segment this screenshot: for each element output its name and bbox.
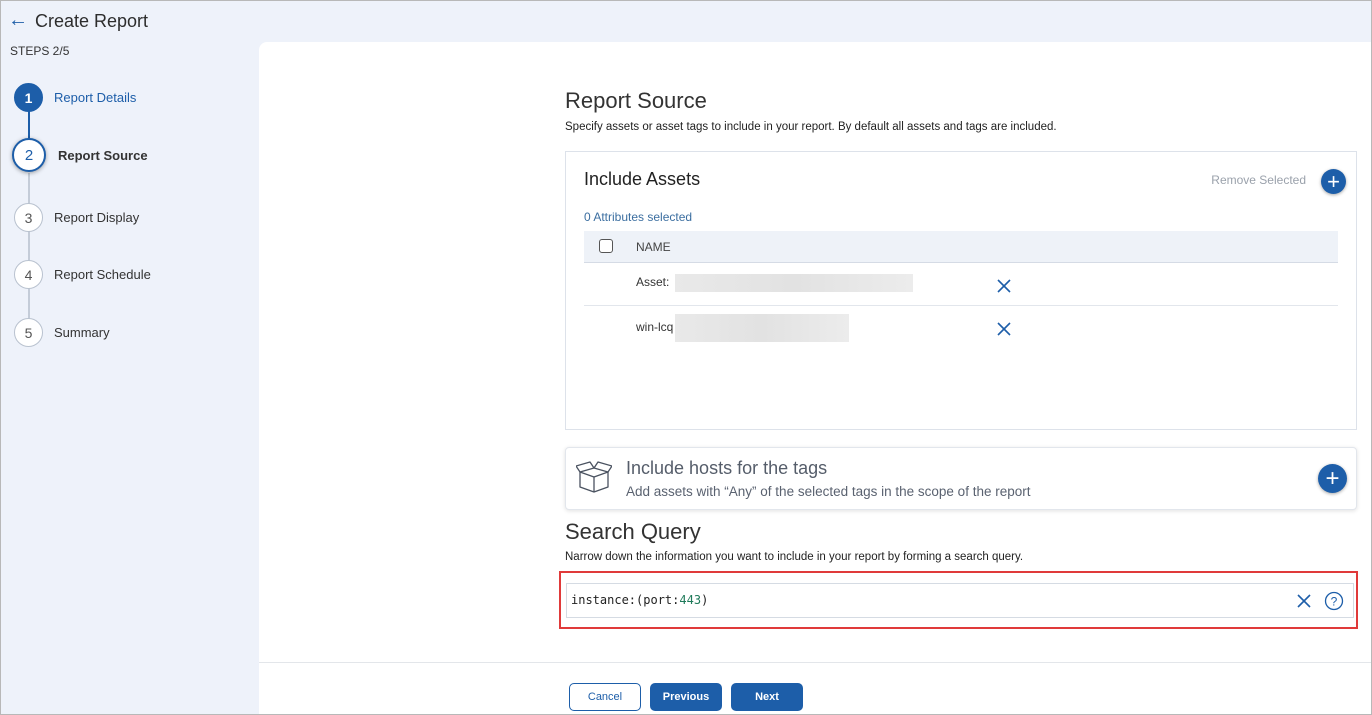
step-label: Report Details: [54, 90, 137, 105]
asset-name-text: Asset:: [636, 275, 673, 290]
add-asset-button[interactable]: +: [1321, 169, 1346, 194]
attributes-selected-count: 0 Attributes selected: [584, 210, 693, 224]
step-label: Report Source: [58, 147, 148, 163]
search-query-description: Narrow down the information you want to …: [565, 551, 1024, 563]
remove-selected-button[interactable]: Remove Selected: [1211, 173, 1306, 187]
report-source-title: Report Source: [565, 88, 707, 113]
report-source-description: Specify assets or asset tags to include …: [565, 121, 1057, 133]
page-title: Create Report: [35, 11, 149, 31]
remove-row-icon[interactable]: [994, 276, 1014, 296]
next-button[interactable]: Next: [731, 683, 803, 711]
table-row: Asset:: [584, 263, 1338, 306]
query-prefix: instance:(port:: [571, 593, 680, 607]
redacted-block: [674, 274, 913, 292]
top-bar: ← Create Report: [1, 1, 1371, 41]
step-label: Summary: [54, 325, 110, 340]
main-panel: Report Source Specify assets or asset ta…: [259, 42, 1371, 714]
redacted-block: [675, 314, 850, 342]
query-suffix: ): [701, 593, 709, 607]
step-number: 3: [14, 203, 43, 232]
plus-icon: +: [1325, 464, 1340, 492]
open-box-icon: [576, 461, 612, 493]
step-report-source[interactable]: 2 Report Source: [12, 138, 148, 172]
step-report-display[interactable]: 3 Report Display: [14, 203, 139, 232]
step-label: Report Display: [54, 210, 140, 225]
cancel-button[interactable]: Cancel: [569, 683, 641, 711]
close-icon[interactable]: [1295, 592, 1313, 610]
select-all-checkbox[interactable]: [599, 239, 613, 253]
stepper-connector-done: [28, 111, 30, 141]
step-report-schedule[interactable]: 4 Report Schedule: [14, 260, 151, 289]
search-query-title: Search Query: [565, 519, 701, 544]
step-number: 4: [14, 260, 43, 289]
include-tags-title: Include hosts for the tags: [626, 458, 828, 478]
steps-counter: STEPS 2/5: [10, 44, 70, 58]
search-query-input[interactable]: instance:(port:443) ?: [566, 583, 1354, 618]
remove-row-icon[interactable]: [994, 319, 1014, 339]
svg-text:?: ?: [1331, 595, 1338, 609]
asset-name: Asset:: [636, 274, 913, 292]
step-label: Report Schedule: [54, 267, 151, 282]
asset-name-text: win-lcq: [636, 320, 674, 335]
plus-icon: +: [1327, 168, 1340, 194]
include-assets-card: Include Assets Remove Selected + 0 Attri…: [565, 151, 1357, 430]
wizard-footer: Cancel Previous Next: [259, 662, 1371, 714]
table-row: win-lcq: [584, 306, 1338, 349]
stepper-connector-pending: [28, 173, 30, 333]
table-header: NAME: [584, 231, 1338, 263]
step-number: 1: [14, 83, 43, 112]
add-tag-button[interactable]: +: [1318, 464, 1347, 493]
previous-button[interactable]: Previous: [650, 683, 722, 711]
query-number: 443: [679, 593, 702, 607]
step-number: 5: [14, 318, 43, 347]
arrow-left-icon[interactable]: ←: [8, 10, 28, 30]
asset-name: win-lcq: [636, 314, 850, 342]
search-query-value: instance:(port:443): [571, 593, 708, 607]
help-circle-icon[interactable]: ?: [1324, 591, 1344, 611]
step-report-details[interactable]: 1 Report Details: [14, 83, 136, 112]
search-query-highlight: instance:(port:443) ?: [559, 571, 1358, 629]
include-tags-card: Include hosts for the tags Add assets wi…: [565, 447, 1357, 510]
step-summary[interactable]: 5 Summary: [14, 318, 110, 347]
step-number: 2: [12, 138, 46, 172]
assets-table: NAME Asset: win-lcq: [584, 231, 1338, 349]
include-tags-subtitle: Add assets with “Any” of the selected ta…: [626, 484, 1031, 499]
column-header-name: NAME: [636, 240, 671, 254]
include-assets-title: Include Assets: [584, 169, 701, 189]
